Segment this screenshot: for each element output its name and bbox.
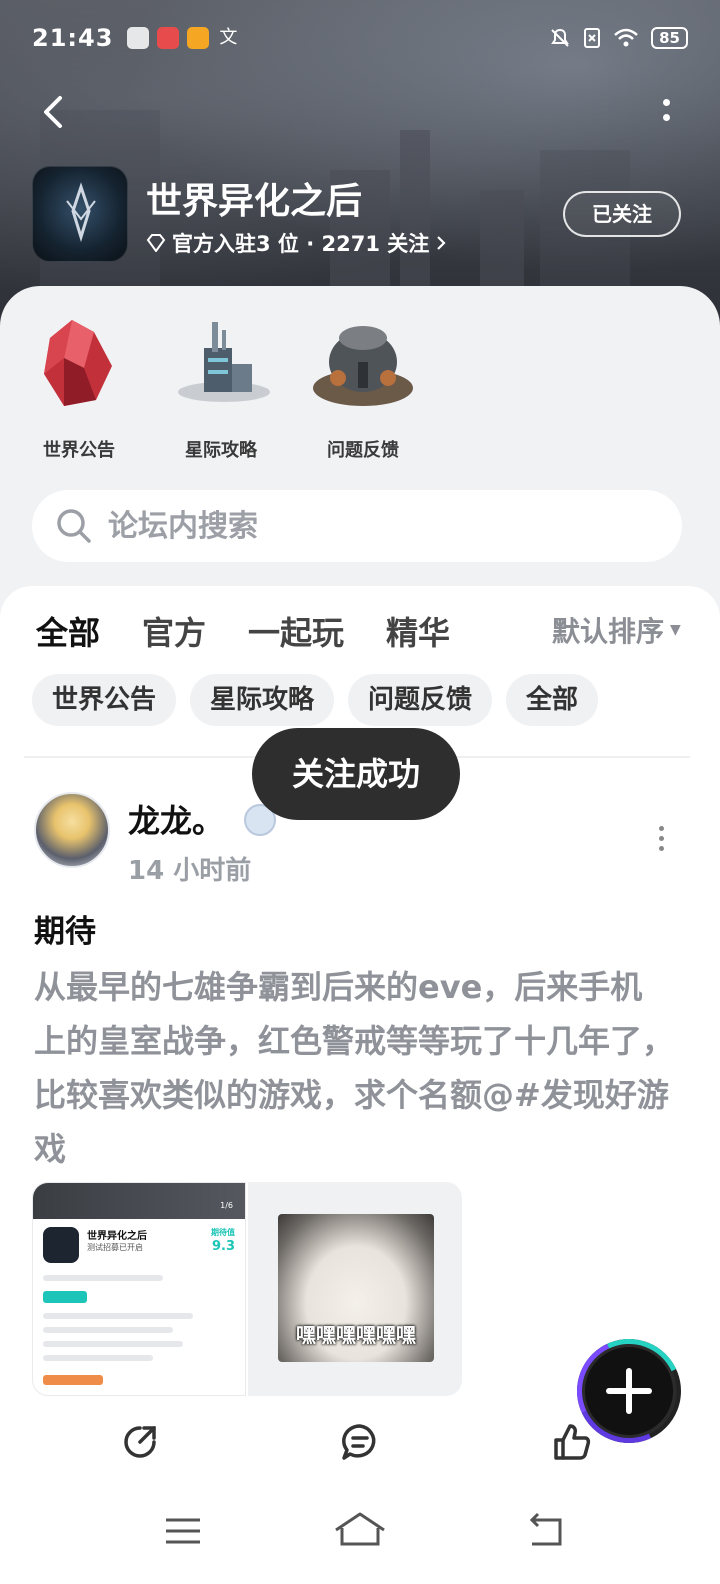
sort-label: 默认排序	[552, 615, 665, 648]
forum-search-bar[interactable]	[32, 490, 682, 562]
shortcut-row: 世界公告 星际攻略 问题反馈	[24, 308, 418, 462]
shortcut-world-announcement[interactable]: 世界公告	[24, 308, 134, 462]
battery-indicator: 85	[651, 27, 688, 49]
wifi-icon	[614, 28, 638, 47]
shortcut-label: 世界公告	[43, 440, 115, 461]
plus-icon	[606, 1368, 652, 1414]
system-nav-bar	[0, 1484, 720, 1584]
category-tabs: 全部 官方 一起玩 精华	[36, 608, 450, 662]
game-meta[interactable]: 官方入驻3 位 · 2271 关注	[146, 228, 447, 258]
mini-text-line	[43, 1313, 193, 1319]
status-bar: 21:43 文 85	[0, 0, 720, 76]
post-time: 14 小时前	[128, 856, 252, 886]
mini-text-line	[43, 1341, 183, 1347]
meme-caption: 嘿嘿嘿嘿嘿嘿	[296, 1323, 416, 1347]
create-post-button[interactable]	[577, 1339, 681, 1443]
status-right: 85	[549, 27, 688, 49]
shortcut-label: 问题反馈	[327, 440, 399, 461]
chip-feedback[interactable]: 问题反馈	[348, 674, 493, 726]
back-arrow-icon[interactable]	[34, 92, 74, 132]
game-title: 世界异化之后	[146, 181, 363, 222]
menu-icon[interactable]	[158, 1506, 208, 1556]
mini-score-label: 期待值	[211, 1228, 235, 1237]
chip-world-announcement[interactable]: 世界公告	[32, 674, 177, 726]
game-meta-text: 官方入驻3 位 · 2271 关注	[172, 232, 430, 256]
banner-building	[480, 190, 524, 290]
game-emblem-icon	[66, 182, 96, 243]
home-icon[interactable]	[332, 1506, 388, 1556]
caret-down-icon: ▼	[670, 622, 681, 638]
red-crystal-icon	[44, 320, 112, 406]
status-app-icons: 文	[127, 27, 239, 49]
notification-app-icon	[127, 27, 150, 49]
back-nav-icon[interactable]	[520, 1506, 570, 1556]
shortcut-label: 星际攻略	[185, 440, 257, 461]
mini-score: 期待值 9.3	[211, 1225, 235, 1254]
space-tower-icon	[178, 322, 270, 402]
follow-success-toast: 关注成功	[252, 728, 460, 820]
sim-off-icon	[584, 28, 601, 48]
tab-featured[interactable]: 精华	[386, 608, 450, 654]
sort-dropdown[interactable]: 默认排序 ▼	[546, 610, 681, 650]
chevron-right-icon	[437, 236, 446, 250]
status-time: 21:43	[32, 24, 114, 52]
chip-all[interactable]: 全部	[506, 674, 599, 726]
search-icon	[57, 509, 91, 543]
game-logo	[32, 166, 128, 262]
post-more-icon[interactable]	[656, 826, 666, 851]
search-input[interactable]	[108, 508, 608, 544]
mini-game-title: 世界异化之后 测试招募已开启	[87, 1227, 147, 1253]
share-icon[interactable]	[120, 1422, 160, 1462]
followed-button[interactable]: 已关注	[563, 191, 681, 237]
mini-activity-bar	[43, 1375, 103, 1385]
tab-official[interactable]: 官方	[142, 608, 206, 654]
mini-title-text: 世界异化之后	[87, 1231, 147, 1242]
post-image-meme[interactable]: 嘿嘿嘿嘿嘿嘿	[248, 1182, 462, 1396]
author-name[interactable]: 龙龙。	[128, 796, 224, 842]
mini-text-line	[43, 1355, 153, 1361]
chip-star-guide[interactable]: 星际攻略	[190, 674, 335, 726]
post-body: 从最早的七雄争霸到后来的eve，后来手机上的皇室战争，红色警戒等等玩了十几年了，…	[34, 968, 675, 1168]
mini-tag	[43, 1291, 87, 1303]
author-avatar[interactable]	[34, 792, 110, 868]
post-image-screenshot[interactable]: 1/6 世界异化之后 测试招募已开启 期待值 9.3	[32, 1182, 246, 1396]
game-banner: 21:43 文 85 世界异化之后 官方入驻3 位 · 2271 关注 已关注	[0, 0, 720, 330]
shortcut-star-guide[interactable]: 星际攻略	[166, 308, 276, 462]
mini-text-line	[43, 1327, 173, 1333]
shortcut-feedback[interactable]: 问题反馈	[308, 308, 418, 462]
notification-app-icon	[187, 27, 210, 49]
husky-meme-image: 嘿嘿嘿嘿嘿嘿	[278, 1214, 434, 1362]
comment-icon[interactable]	[340, 1422, 380, 1462]
tab-all[interactable]: 全部	[36, 608, 100, 662]
banner-building	[400, 130, 430, 290]
screenshot-header	[33, 1183, 245, 1219]
mini-game-icon	[43, 1227, 79, 1263]
post-title: 期待	[34, 914, 96, 950]
image-page-indicator: 1/6	[220, 1201, 233, 1210]
mini-score-value: 9.3	[211, 1239, 235, 1254]
mini-subtitle-text: 测试招募已开启	[87, 1243, 143, 1252]
diamond-icon	[146, 234, 166, 252]
station-icon	[313, 326, 413, 406]
mini-text-line	[43, 1275, 163, 1281]
mute-bell-icon	[551, 28, 569, 47]
notification-app-icon	[157, 27, 180, 49]
filter-chips: 世界公告 星际攻略 问题反馈 全部	[32, 674, 599, 726]
tab-play-together[interactable]: 一起玩	[248, 608, 344, 654]
translate-icon: 文	[219, 27, 238, 48]
more-menu-icon[interactable]	[656, 96, 676, 132]
